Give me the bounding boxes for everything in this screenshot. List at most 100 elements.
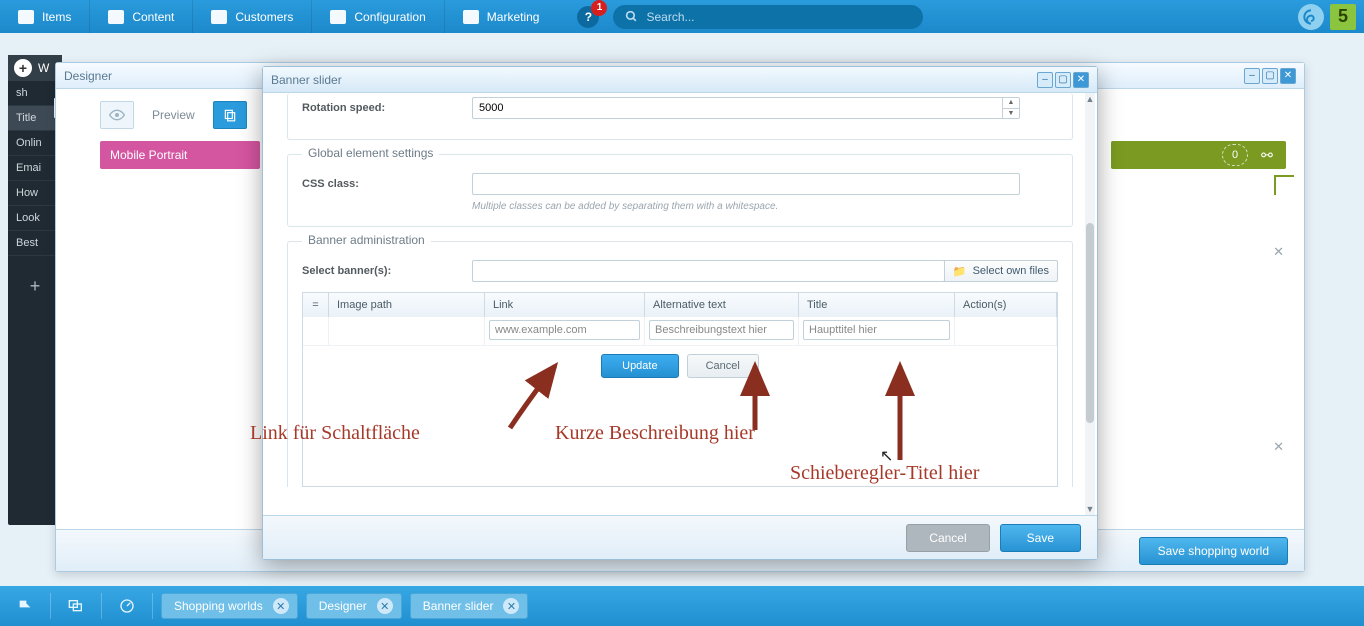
version-badge: 5 bbox=[1330, 4, 1356, 30]
sidebar-row[interactable]: Emai bbox=[8, 156, 62, 181]
modal-titlebar[interactable]: Banner slider – ▢ ✕ bbox=[263, 67, 1097, 93]
link-input[interactable] bbox=[489, 320, 640, 340]
minimize-icon[interactable]: – bbox=[1244, 68, 1260, 84]
maximize-icon[interactable]: ▢ bbox=[1055, 72, 1071, 88]
modal-footer: Cancel Save bbox=[263, 515, 1097, 559]
rotation-speed-input[interactable] bbox=[472, 97, 1002, 119]
fieldset-legend: Banner administration bbox=[302, 233, 431, 247]
select-banner-input[interactable] bbox=[472, 260, 945, 282]
copy-icon bbox=[223, 108, 237, 122]
link-icon[interactable]: ⚯ bbox=[1254, 145, 1280, 165]
close-icon[interactable]: ✕ bbox=[1280, 68, 1296, 84]
items-icon bbox=[18, 10, 34, 24]
row-delete-icon[interactable]: ✕ bbox=[1273, 439, 1284, 455]
menu-label: Customers bbox=[235, 10, 293, 24]
col-alt-text: Alternative text bbox=[645, 293, 799, 317]
sidebar-row[interactable]: Look bbox=[8, 206, 62, 231]
pill-close-icon[interactable]: ✕ bbox=[273, 598, 289, 614]
menu-items[interactable]: Items bbox=[0, 0, 89, 33]
menu-configuration[interactable]: Configuration bbox=[311, 0, 443, 33]
element-count-badge: 0 bbox=[1222, 144, 1248, 166]
gear-icon bbox=[330, 10, 346, 24]
annotation-link: Link für Schaltfläche bbox=[250, 422, 420, 445]
taskbar-dashboard-icon[interactable] bbox=[110, 592, 144, 620]
annotation-desc: Kurze Beschreibung hier bbox=[555, 422, 755, 445]
slider-settings-fieldset: Rotation speed: ▲ ▼ bbox=[287, 93, 1073, 140]
menu-marketing[interactable]: Marketing bbox=[444, 0, 558, 33]
eye-icon bbox=[109, 109, 125, 121]
scroll-down-icon[interactable]: ▼ bbox=[1085, 503, 1095, 515]
menu-customers[interactable]: Customers bbox=[192, 0, 311, 33]
preview-toggle-button[interactable] bbox=[100, 101, 134, 129]
taskbar-windows-icon[interactable] bbox=[59, 592, 93, 620]
search-icon bbox=[625, 10, 638, 23]
select-banner-row: Select banner(s): 📁 Select own files bbox=[302, 260, 1058, 282]
menu-label: Configuration bbox=[354, 10, 425, 24]
table-row-actions: Update Cancel bbox=[303, 345, 1057, 386]
copy-button[interactable] bbox=[213, 101, 247, 129]
scrollbar-thumb[interactable] bbox=[1086, 223, 1094, 423]
close-icon[interactable]: ✕ bbox=[1073, 72, 1089, 88]
alt-text-input[interactable] bbox=[649, 320, 794, 340]
col-handle: = bbox=[303, 293, 329, 317]
global-settings-fieldset: Global element settings CSS class: Multi… bbox=[287, 154, 1073, 227]
row-delete-icon[interactable]: ✕ bbox=[1273, 244, 1284, 260]
modal-title: Banner slider bbox=[271, 73, 342, 87]
left-sidebar: + W sh Title Onlin Emai How Look Best + bbox=[8, 55, 62, 525]
col-image-path: Image path bbox=[329, 293, 485, 317]
help-button[interactable]: ? 1 bbox=[577, 6, 599, 28]
window-title: Designer bbox=[64, 69, 112, 83]
taskbar-pin-icon[interactable] bbox=[8, 592, 42, 620]
sidebar-row[interactable]: Best bbox=[8, 231, 62, 256]
rotation-speed-spinner[interactable]: ▲ ▼ bbox=[472, 97, 1020, 119]
css-class-input[interactable] bbox=[472, 173, 1020, 195]
taskbar-item-designer[interactable]: Designer ✕ bbox=[306, 593, 402, 619]
css-class-label: CSS class: bbox=[302, 178, 472, 190]
title-input[interactable] bbox=[803, 320, 950, 340]
minimize-icon[interactable]: – bbox=[1037, 72, 1053, 88]
maximize-icon[interactable]: ▢ bbox=[1262, 68, 1278, 84]
search-placeholder: Search... bbox=[646, 10, 694, 24]
select-own-files-button[interactable]: 📁 Select own files bbox=[944, 260, 1058, 282]
taskbar-item-shopping-worlds[interactable]: Shopping worlds ✕ bbox=[161, 593, 298, 619]
pill-label: Banner slider bbox=[423, 599, 494, 613]
topbar-right: 5 bbox=[1298, 0, 1356, 33]
select-banner-label: Select banner(s): bbox=[302, 265, 472, 277]
pill-label: Designer bbox=[319, 599, 367, 613]
sidebar-row[interactable]: How bbox=[8, 181, 62, 206]
swirl-icon bbox=[1303, 9, 1319, 25]
notification-badge: 1 bbox=[591, 0, 607, 16]
sidebar-add[interactable]: + bbox=[8, 256, 62, 316]
taskbar: Shopping worlds ✕ Designer ✕ Banner slid… bbox=[0, 586, 1364, 626]
table-row bbox=[303, 317, 1057, 345]
scroll-up-icon[interactable]: ▲ bbox=[1085, 93, 1095, 105]
search-input[interactable]: Search... bbox=[613, 5, 923, 29]
menu-content[interactable]: Content bbox=[89, 0, 192, 33]
modal-scrollbar[interactable]: ▲ ▼ bbox=[1085, 93, 1095, 515]
update-button[interactable]: Update bbox=[601, 354, 678, 378]
css-class-hint: Multiple classes can be added by separat… bbox=[472, 201, 1058, 212]
top-menu-bar: Items Content Customers Configuration Ma… bbox=[0, 0, 1364, 33]
modal-save-button[interactable]: Save bbox=[1000, 524, 1081, 552]
sidebar-row[interactable]: Onlin bbox=[8, 131, 62, 156]
shopware-logo-icon[interactable] bbox=[1298, 4, 1324, 30]
spinner-down-icon[interactable]: ▼ bbox=[1003, 109, 1019, 119]
save-shopping-world-button[interactable]: Save shopping world bbox=[1139, 537, 1288, 565]
col-actions: Action(s) bbox=[955, 293, 1057, 317]
modal-cancel-button[interactable]: Cancel bbox=[906, 524, 989, 552]
rotation-speed-row: Rotation speed: ▲ ▼ bbox=[302, 97, 1058, 119]
taskbar-item-banner-slider[interactable]: Banner slider ✕ bbox=[410, 593, 529, 619]
fieldset-legend: Global element settings bbox=[302, 146, 439, 160]
ruler-marker-icon bbox=[1274, 175, 1294, 195]
menu-label: Items bbox=[42, 10, 71, 24]
plus-icon[interactable]: + bbox=[14, 59, 32, 77]
customers-icon bbox=[211, 10, 227, 24]
banner-table: = Image path Link Alternative text Title… bbox=[302, 292, 1058, 487]
spinner-up-icon[interactable]: ▲ bbox=[1003, 98, 1019, 109]
pill-close-icon[interactable]: ✕ bbox=[503, 598, 519, 614]
drag-handle-icon[interactable] bbox=[303, 317, 329, 345]
pill-close-icon[interactable]: ✕ bbox=[377, 598, 393, 614]
sidebar-header-letter: W bbox=[38, 61, 49, 75]
viewport-chip-mobile-portrait[interactable]: Mobile Portrait bbox=[100, 141, 260, 169]
css-class-row: CSS class: bbox=[302, 173, 1058, 195]
